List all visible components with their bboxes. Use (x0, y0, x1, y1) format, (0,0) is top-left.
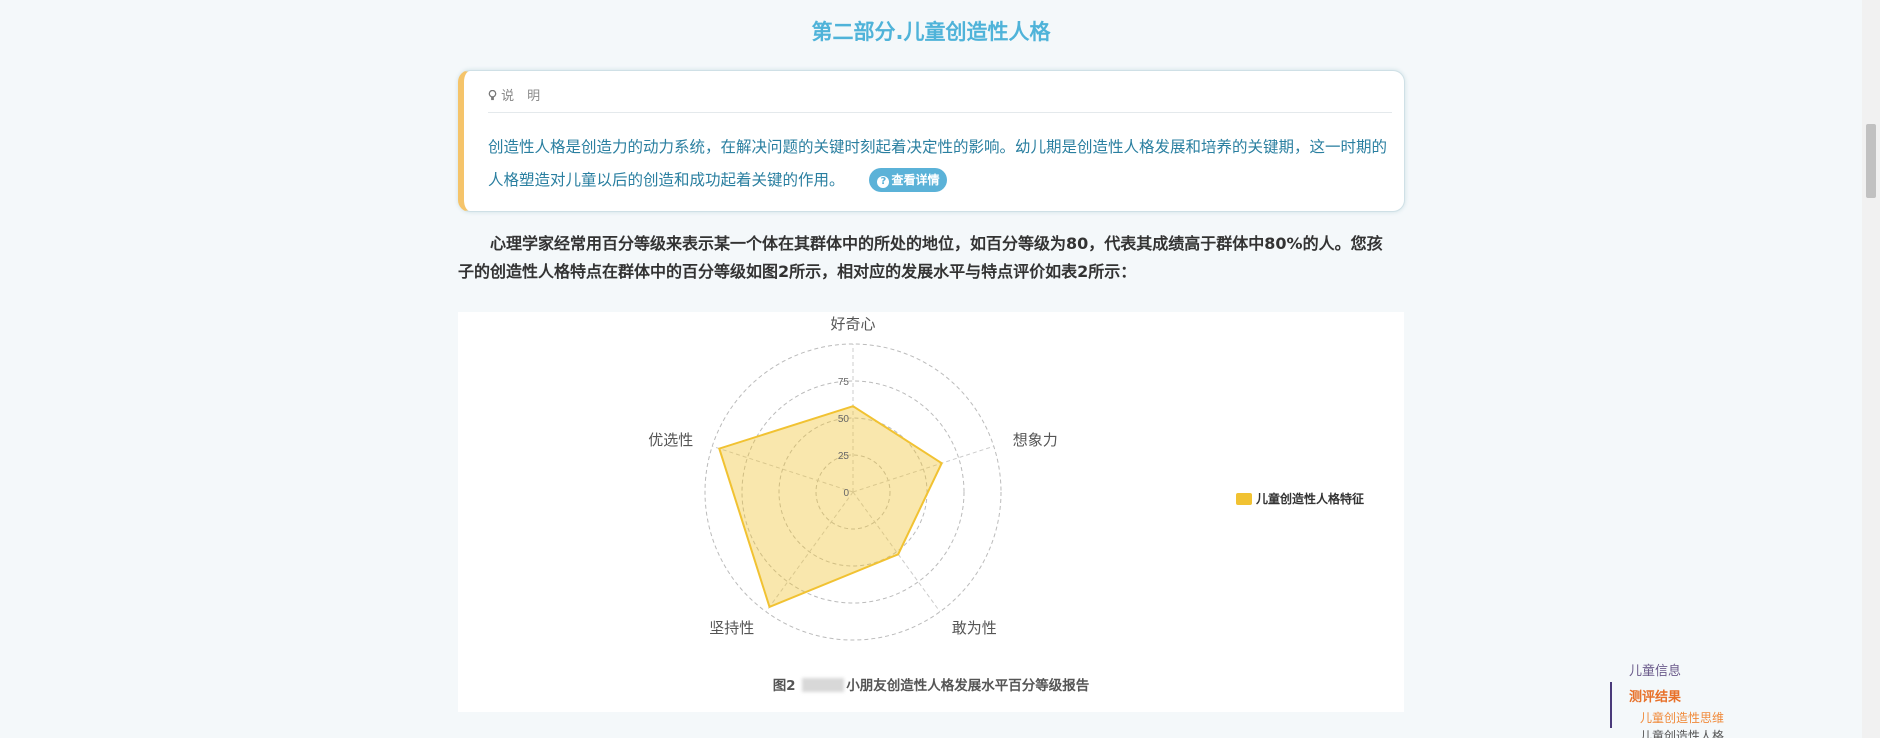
radial-tick-label: 25 (838, 451, 850, 462)
series-area (718, 405, 943, 609)
note-box: 说 明 创造性人格是创造力的动力系统，在解决问题的关键时刻起着决定性的影响。幼儿… (458, 70, 1405, 212)
radial-tick-label: 75 (838, 377, 850, 388)
toc-sub-thinking[interactable]: 儿童创造性思维 (1640, 709, 1724, 726)
section-title: 第二部分.儿童创造性人格 (811, 20, 1051, 44)
radial-tick-label: 50 (838, 414, 850, 425)
chart-caption: 图2 小朋友创造性人格发展水平百分等级报告 (458, 674, 1404, 694)
toc-sub-personality[interactable]: 儿童创造性人格 (1640, 727, 1724, 738)
legend-swatch (1236, 493, 1252, 505)
chart-legend[interactable]: 儿童创造性人格特征 (1236, 490, 1364, 507)
radar-chart-card: 0 25 50 75 好奇心想象力敢为性 坚持性 优选性 儿童创造性人格特征 图2 小朋友创… (458, 312, 1404, 712)
toc-item-results[interactable]: 测评结果 (1629, 686, 1681, 705)
note-text: 创造性人格是创造力的动力系统，在解决问题的关键时刻起着决定性的影响。幼儿期是创造… (488, 131, 1398, 197)
lightbulb-icon (488, 90, 497, 101)
indicator-label: 坚持性 (709, 620, 754, 637)
scrollbar-thumb[interactable] (1866, 124, 1876, 198)
question-icon: ? (877, 176, 890, 188)
toc-active-bar (1610, 682, 1612, 728)
indicator-label: 敢为性 (952, 620, 997, 637)
toc-item-child-info[interactable]: 儿童信息 (1629, 660, 1681, 679)
intro-paragraph: 心理学家经常用百分等级来表示某一个体在其群体中的所处的地位，如百分等级为80，代… (458, 234, 1383, 281)
indicator-label: 优选性 (648, 432, 693, 449)
scrollbar-track[interactable] (1862, 0, 1880, 738)
caption-prefix: 图2 (772, 678, 796, 694)
redacted-name (802, 678, 845, 692)
note-header: 说 明 (488, 85, 1392, 113)
radial-tick-label: 0 (843, 488, 849, 499)
legend-label: 儿童创造性人格特征 (1256, 492, 1365, 506)
caption-suffix: 小朋友创造性人格发展水平百分等级报告 (846, 678, 1090, 694)
indicator-label: 想象力 (1013, 432, 1058, 449)
note-header-label: 说 明 (501, 89, 541, 104)
view-details-button[interactable]: ? 查看详情 (869, 168, 948, 192)
indicator-label: 好奇心 (830, 316, 875, 333)
view-details-label: 查看详情 (891, 173, 940, 187)
